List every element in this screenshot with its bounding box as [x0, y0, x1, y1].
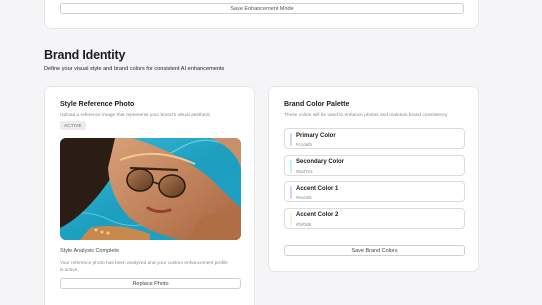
analysis-title: Style Analysis Complete: [60, 248, 119, 254]
color-name: Accent Color 1: [296, 185, 339, 192]
color-name: Secondary Color: [296, 159, 345, 165]
enhancement-mode-card: Save Enhancement Mode: [44, 0, 479, 29]
palette-title: Brand Color Palette: [284, 101, 350, 108]
save-enhancement-mode-button[interactable]: Save Enhancement Mode: [60, 3, 464, 14]
section-subtitle: Define your visual style and brand color…: [44, 66, 225, 72]
palette-description: These colors will be used to enhance pho…: [284, 113, 448, 118]
color-hex: #ccdaf5: [296, 142, 313, 147]
brand-color-palette-card: Brand Color Palette These colors will be…: [268, 86, 479, 272]
replace-photo-button[interactable]: Replace Photo: [60, 278, 241, 289]
color-hex: #fcf0d8: [296, 221, 312, 227]
section-title: Brand Identity: [44, 48, 126, 62]
color-item-secondary[interactable]: Secondary Color #baf7e3: [284, 154, 465, 176]
color-swatch: [290, 186, 292, 199]
color-name: Accent Color 2: [296, 212, 339, 218]
color-hex: #eac5fc: [296, 195, 313, 200]
analysis-text: Your reference photo has been analyzed a…: [60, 261, 228, 273]
color-swatch: [290, 212, 292, 226]
style-reference-card: Style Reference Photo Upload a reference…: [44, 86, 255, 305]
status-badge: ACTIVE: [60, 121, 86, 130]
style-reference-photo: [60, 138, 241, 240]
color-hex: #baf7e3: [296, 168, 313, 174]
color-swatch: [290, 133, 292, 146]
save-brand-colors-button[interactable]: Save Brand Colors: [284, 245, 465, 256]
style-reference-description: Upload a reference image that represents…: [60, 113, 211, 118]
style-reference-title: Style Reference Photo: [60, 101, 135, 108]
color-swatch: [290, 159, 292, 173]
color-item-accent-1[interactable]: Accent Color 1 #eac5fc: [284, 181, 465, 202]
color-name: Primary Color: [296, 132, 336, 139]
color-item-accent-2[interactable]: Accent Color 2 #fcf0d8: [284, 207, 465, 229]
color-item-primary[interactable]: Primary Color #ccdaf5: [284, 128, 465, 149]
